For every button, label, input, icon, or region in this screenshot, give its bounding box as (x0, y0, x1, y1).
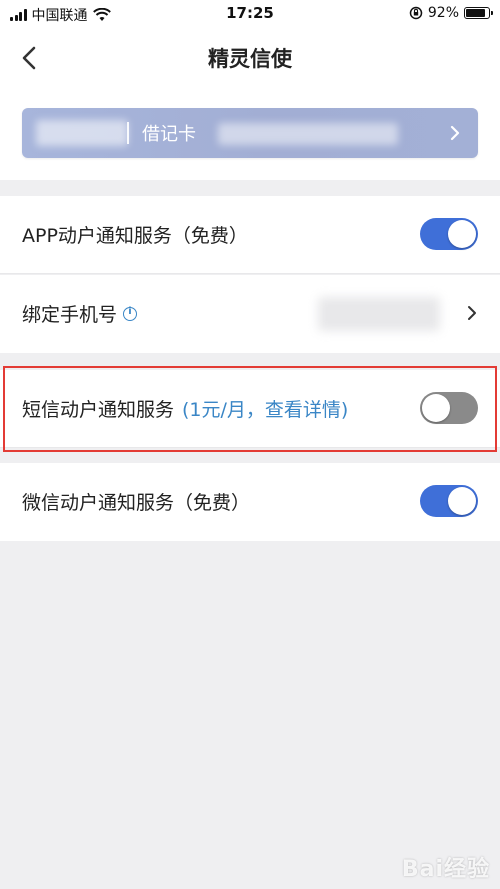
toggle-knob (422, 394, 450, 422)
info-icon[interactable] (123, 306, 138, 321)
page-title: 精灵信使 (208, 47, 292, 71)
sms-notice-label-wrap: 短信动户通知服务 (1元/月，查看详情) (22, 395, 348, 422)
sms-notice-label: 短信动户通知服务 (22, 399, 175, 421)
bind-phone-label-wrap: 绑定手机号 (22, 300, 138, 327)
bind-phone-label: 绑定手机号 (22, 304, 118, 326)
battery-fill (466, 9, 486, 17)
watermark: Bai经验 (401, 857, 490, 882)
app-notice-label: APP动户通知服务（免费） (22, 225, 248, 247)
toggle-knob (448, 487, 476, 515)
battery-percent: 92% (427, 5, 459, 21)
sms-notice-row: 短信动户通知服务 (1元/月，查看详情) (0, 370, 500, 448)
nav-bar: 精灵信使 (0, 28, 500, 90)
orientation-lock-icon (409, 6, 423, 20)
app-notice-row: APP动户通知服务（免费） (0, 196, 500, 274)
app-notice-toggle[interactable] (420, 218, 478, 250)
masked-card-number (218, 123, 398, 145)
masked-phone-number (318, 297, 440, 331)
battery-icon (464, 7, 493, 19)
card-type-label: 借记卡 (142, 124, 196, 145)
wechat-notice-row: 微信动户通知服务（免费） (0, 463, 500, 541)
chevron-right-icon (468, 306, 476, 320)
wechat-notice-toggle[interactable] (420, 485, 478, 517)
wechat-notice-label: 微信动户通知服务（免费） (22, 492, 251, 514)
toggle-knob (448, 220, 476, 248)
status-right: 92% (409, 5, 493, 21)
masked-bank-name (36, 120, 128, 146)
card-section: 借记卡 (0, 90, 500, 180)
sms-notice-toggle[interactable] (420, 392, 478, 424)
bind-phone-row[interactable]: 绑定手机号 (0, 275, 500, 353)
sms-fee-details-link[interactable]: (1元/月，查看详情) (182, 399, 348, 421)
status-bar: 中国联通 17:25 92% (0, 0, 500, 28)
chevron-right-icon (450, 125, 460, 141)
card-divider (127, 122, 129, 144)
bank-card-selector[interactable]: 借记卡 (22, 108, 478, 158)
